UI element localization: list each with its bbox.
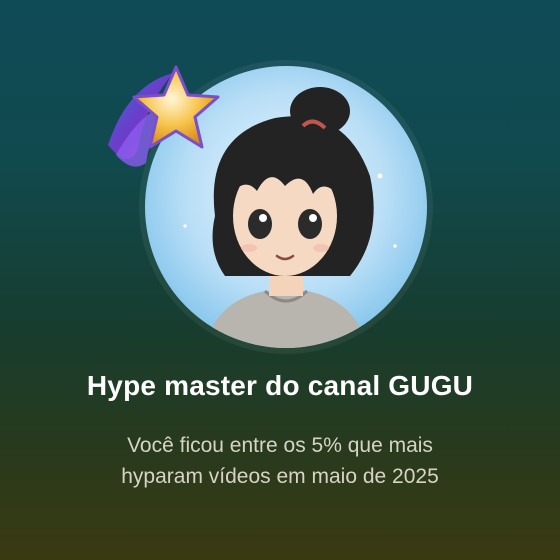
card-title: Hype master do canal GUGU xyxy=(86,370,474,401)
star-badge-icon xyxy=(98,55,228,180)
subtitle-line-2: hyparam vídeos em maio de 2025 xyxy=(121,465,439,488)
card-subtitle: Você ficou entre os 5% que mais hyparam … xyxy=(60,430,500,492)
hype-master-card: Hype master do canal GUGU Você ficou ent… xyxy=(0,0,560,560)
subtitle-line-1: Você ficou entre os 5% que mais xyxy=(127,434,433,457)
